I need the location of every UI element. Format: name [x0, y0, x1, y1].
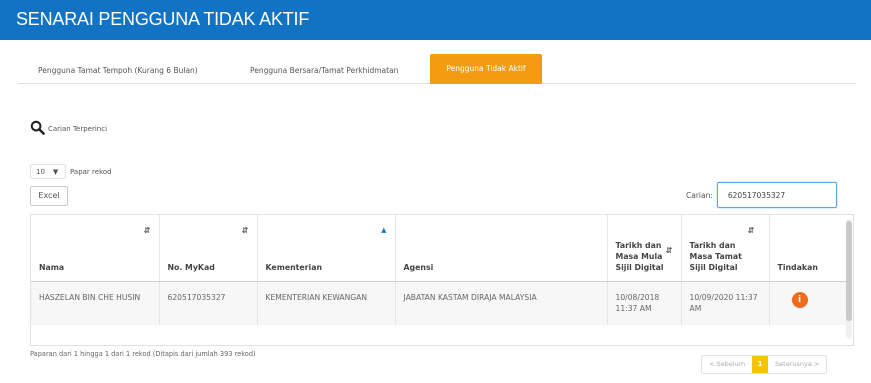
column-header-start-date[interactable]: ⇵ Tarikh dan Masa Mula Sijil Digital [607, 215, 682, 282]
page-header: SENARAI PENGGUNA TIDAK AKTIF [0, 0, 871, 40]
sort-icon: ⇵ [747, 226, 755, 235]
column-header-mykad[interactable]: No. MyKad ⇵ [159, 215, 258, 282]
cell-start-date: 10/08/2018 11:37 AM [607, 281, 682, 325]
cell-action: i [769, 281, 849, 325]
page-size-label: Papar rekod [70, 167, 112, 176]
cell-end-date: 10/09/2020 11:37 AM [681, 281, 770, 325]
tab-retired-users[interactable]: Pengguna Bersara/Tamat Perkhidmatan [242, 58, 406, 84]
advanced-search-label: Carian Terperinci [48, 125, 108, 133]
column-header-action: Tindakan [769, 215, 849, 282]
page-size-value: 10 [36, 167, 45, 176]
cell-name: HASZELAN BIN CHE HUSIN [31, 281, 160, 325]
sort-icon: ⇵ [241, 226, 249, 235]
column-header-end-date[interactable]: Tarikh dan Masa Tamat Sijil Digital ⇵ [681, 215, 770, 282]
chevron-down-icon: ▼ [52, 167, 59, 176]
pagination: < Sebelum 1 Seterusnya > [701, 355, 828, 374]
tab-inactive-users[interactable]: Pengguna Tidak Aktif [430, 54, 542, 84]
advanced-search-link[interactable]: Carian Terperinci [30, 120, 107, 135]
sort-icon: ⇵ [143, 226, 151, 235]
next-page-button[interactable]: Seterusnya > [768, 356, 826, 373]
scrollbar-thumb[interactable] [846, 221, 852, 321]
page-title: SENARAI PENGGUNA TIDAK AKTIF [16, 9, 310, 29]
filter-input[interactable] [716, 182, 837, 208]
page-number-button[interactable]: 1 [752, 356, 769, 373]
table-filter: Carian: [686, 182, 837, 208]
column-header-name[interactable]: Nama ⇵ [31, 215, 160, 282]
users-table: Nama ⇵ No. MyKad ⇵ Kementerian ▲ Agensi ⇵ Ta… [31, 215, 849, 325]
search-icon [30, 120, 45, 135]
table-scrollbar[interactable] [846, 219, 852, 339]
sort-icon: ⇵ [665, 246, 673, 255]
sort-ascending-icon: ▲ [381, 226, 387, 234]
excel-export-button[interactable]: Excel [30, 186, 68, 206]
tab-expired-users[interactable]: Pengguna Tamat Tempoh (Kurang 6 Bulan) [30, 58, 206, 84]
cell-agency: JABATAN KASTAM DIRAJA MALAYSIA [395, 281, 608, 325]
column-header-agency[interactable]: Agensi [395, 215, 608, 282]
page-size-select[interactable]: 10 ▼ [30, 164, 66, 179]
table-row: HASZELAN BIN CHE HUSIN 620517035327 KEME… [31, 281, 849, 325]
users-table-container: Nama ⇵ No. MyKad ⇵ Kementerian ▲ Agensi ⇵ Ta… [30, 214, 854, 346]
page-size-control: 10 ▼ Papar rekod [30, 164, 112, 179]
table-info-text: Paparan dari 1 hingga 1 dari 1 rekod (Di… [30, 350, 256, 358]
info-circle-icon[interactable]: i [791, 291, 808, 308]
cell-ministry: KEMENTERIAN KEWANGAN [257, 281, 396, 325]
cell-mykad: 620517035327 [159, 281, 258, 325]
filter-label: Carian: [686, 190, 713, 200]
prev-page-button[interactable]: < Sebelum [702, 356, 752, 373]
tab-bar: Pengguna Tamat Tempoh (Kurang 6 Bulan) P… [18, 54, 856, 84]
column-header-ministry[interactable]: Kementerian ▲ [257, 215, 396, 282]
